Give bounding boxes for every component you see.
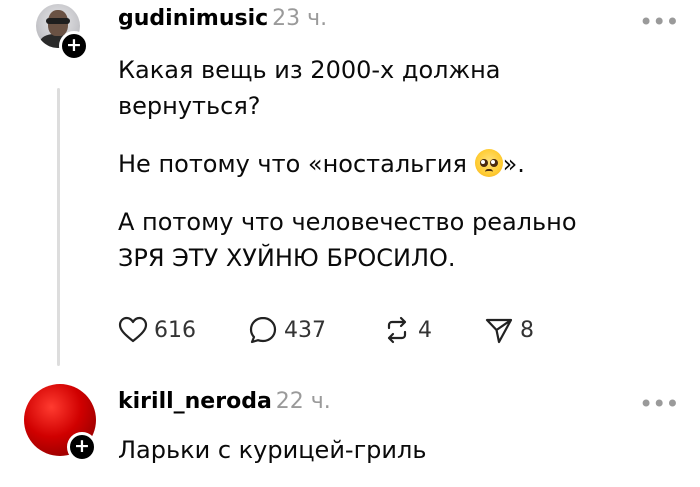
thread-line	[57, 88, 60, 366]
more-options-icon[interactable]: •••	[639, 392, 679, 416]
post-header: kirill_neroda 22 ч.	[118, 389, 331, 414]
post-text-line: Какая вещь из 2000-х должна	[118, 56, 501, 84]
like-count: 616	[154, 317, 196, 343]
more-options-icon[interactable]: •••	[639, 10, 679, 34]
username[interactable]: kirill_neroda	[118, 389, 272, 414]
comment-button[interactable]: 437	[248, 312, 326, 348]
timestamp: 22 ч.	[275, 389, 331, 414]
repost-button[interactable]: 4	[382, 312, 432, 348]
pleading-face-emoji-icon	[474, 149, 503, 177]
post-text-line: вернуться?	[118, 92, 261, 120]
post-header: gudinimusic 23 ч.	[118, 6, 327, 31]
heart-icon	[118, 316, 148, 343]
comment-count: 437	[284, 317, 326, 343]
post-text-fragment: ».	[502, 150, 525, 178]
post-text-line: А потому что человечество реально	[118, 208, 577, 236]
follow-button[interactable]: +	[67, 432, 97, 462]
post-text-line: Не потому что «ностальгия ».	[118, 146, 525, 182]
timestamp: 23 ч.	[272, 6, 328, 31]
post-text-fragment: Не потому что «ностальгия	[118, 150, 467, 178]
like-button[interactable]: 616	[118, 312, 196, 348]
username[interactable]: gudinimusic	[118, 6, 268, 31]
comment-icon	[249, 316, 277, 344]
share-count: 8	[520, 317, 534, 343]
repost-count: 4	[418, 317, 432, 343]
reply-text: Ларьки с курицей-гриль	[118, 436, 427, 464]
repost-icon	[387, 316, 407, 344]
post-text-line: ЗРЯ ЭТУ ХУЙНЮ БРОСИЛО.	[118, 244, 456, 272]
send-icon	[485, 318, 513, 344]
follow-button[interactable]: +	[59, 31, 89, 61]
share-button[interactable]: 8	[484, 312, 534, 348]
